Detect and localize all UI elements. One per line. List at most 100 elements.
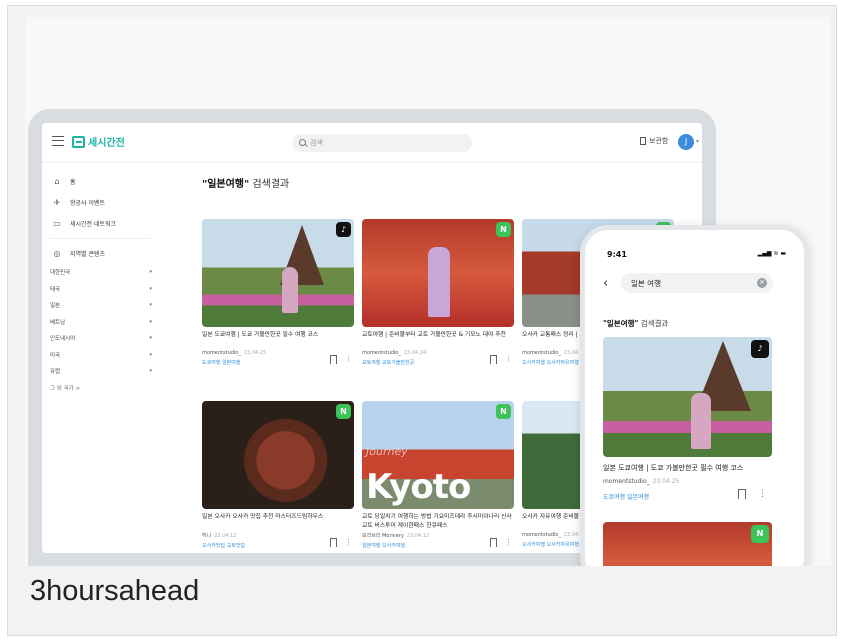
- status-time: 9:41: [607, 250, 627, 259]
- phone-card2-thumbnail[interactable]: N: [603, 522, 772, 566]
- sidebar-region-thailand[interactable]: 태국 ▾: [50, 281, 152, 298]
- person-figure: [282, 267, 298, 313]
- more-icon[interactable]: ⋮: [758, 489, 767, 499]
- hamburger-menu-icon[interactable]: [52, 136, 64, 146]
- image-caption: 3hoursahead: [30, 575, 200, 607]
- card-date: 23.04.12: [406, 533, 430, 539]
- card-title[interactable]: 일본 오사카 오사카 맛집 추천 마스터즈드림하우스: [202, 513, 354, 531]
- card-tags: 도쿄여행 일본여행 ⋮: [202, 355, 354, 366]
- card-tag-list[interactable]: 일본여행 오사카여행: [362, 543, 405, 549]
- card-tag-list[interactable]: 오사카맛집 교토맛집: [202, 543, 245, 549]
- card-date: 23.04.12: [214, 533, 237, 539]
- image-card: 세시간전 검색 보관함 J ▾ ⌂ 홈 ✈ 항공사 이벤트 ▭ 세시간전 네트워…: [7, 5, 837, 636]
- sidebar-item-label: 세시간전 네트워크: [70, 221, 117, 228]
- sidebar-item-regional-content[interactable]: ◎ 지역별 콘텐츠: [50, 243, 160, 264]
- sidebar-region-vietnam[interactable]: 베트남 ▾: [50, 314, 152, 331]
- card-thumbnail[interactable]: N: [202, 401, 354, 509]
- naver-badge-icon: N: [751, 525, 769, 543]
- content-card[interactable]: N 일본 오사카 오사카 맛집 추천 마스터즈드림하우스 허니 23.04.12 …: [202, 401, 354, 549]
- region-label: 유럽: [50, 369, 61, 376]
- phone-card-actions: ⋮: [738, 489, 767, 499]
- bookmark-icon[interactable]: [330, 355, 337, 364]
- bookmark-icon[interactable]: [330, 538, 337, 547]
- phone-card-title[interactable]: 일본 도쿄여행 | 도쿄 가볼만한곳 필수 여행 코스: [603, 463, 778, 473]
- sidebar-region-usa[interactable]: 미국 ▾: [50, 347, 152, 364]
- sidebar-item-network[interactable]: ▭ 세시간전 네트워크: [50, 213, 160, 234]
- more-icon[interactable]: ⋮: [505, 355, 512, 364]
- phone-card-thumbnail[interactable]: ♪: [603, 337, 772, 457]
- card-title[interactable]: 일본 도쿄여행 | 도쿄 가볼만한곳 필수 여행 코스: [202, 331, 354, 349]
- content-card[interactable]: ♪ 일본 도쿄여행 | 도쿄 가볼만한곳 필수 여행 코스 momentstud…: [202, 219, 354, 366]
- top-bar: 세시간전 검색 보관함 J ▾: [42, 123, 702, 163]
- card-author: 모리브리 Morivery: [362, 533, 404, 539]
- search-placeholder: 검색: [310, 139, 323, 147]
- card-date: 23.04.24: [403, 350, 427, 356]
- content-card[interactable]: Journey Kyoto N 교토 당일치기 여행하는 방법 기요미즈데라 후…: [362, 401, 514, 549]
- card-tag-list[interactable]: 오사카여행 오사카자유여행: [522, 542, 579, 548]
- card-tag-list[interactable]: 오사카여행 오사카자유여행: [522, 360, 579, 366]
- back-arrow-icon[interactable]: ‹: [603, 276, 608, 291]
- hero-image: 세시간전 검색 보관함 J ▾ ⌂ 홈 ✈ 항공사 이벤트 ▭ 세시간전 네트워…: [25, 17, 831, 566]
- chevron-down-icon: ▾: [149, 335, 152, 342]
- network-icon: ▭: [53, 219, 61, 228]
- naver-badge-icon: N: [496, 404, 511, 419]
- app-logo[interactable]: 세시간전: [72, 134, 125, 149]
- chevron-down-icon: ▾: [149, 302, 152, 309]
- search-input[interactable]: 검색: [292, 134, 472, 152]
- status-icons: ▂▄▆ ≋ ▬: [757, 250, 786, 257]
- card-title[interactable]: 교토 당일치기 여행하는 방법 기요미즈데라 후시미이나리 신사 교토 버스투어…: [362, 513, 514, 531]
- chevron-down-icon: ▾: [149, 368, 152, 375]
- phone-card-tags[interactable]: 도쿄여행 일본여행: [603, 492, 649, 501]
- clear-icon[interactable]: ✕: [757, 278, 767, 288]
- avatar[interactable]: J: [678, 134, 694, 150]
- bookmark-icon[interactable]: [738, 489, 746, 499]
- card-author: momentstudio_: [603, 478, 650, 485]
- card-tag-list[interactable]: 교토여행 교토가볼만한곳: [362, 360, 414, 366]
- phone-card-meta: momentstudio_ 23.04.25: [603, 478, 679, 485]
- card-thumbnail[interactable]: Journey Kyoto N: [362, 401, 514, 509]
- card-tags: 교토여행 교토가볼만한곳 ⋮: [362, 355, 514, 366]
- sidebar-item-airline-events[interactable]: ✈ 항공사 이벤트: [50, 192, 160, 213]
- card-actions: ⋮: [330, 355, 352, 364]
- more-icon[interactable]: ⋮: [345, 538, 352, 547]
- home-icon: ⌂: [54, 177, 60, 186]
- naver-badge-icon: N: [496, 222, 511, 237]
- logo-text: 세시간전: [88, 138, 125, 149]
- phone-results-suffix: 검색결과: [638, 319, 669, 328]
- sidebar: ⌂ 홈 ✈ 항공사 이벤트 ▭ 세시간전 네트워크 ◎ 지역별 콘텐츠 대한민국…: [50, 171, 160, 392]
- sidebar-region-korea[interactable]: 대한민국 ▾: [50, 264, 152, 281]
- card-tag-list[interactable]: 도쿄여행 일본여행: [202, 360, 240, 366]
- search-icon: [299, 139, 306, 146]
- chevron-down-icon[interactable]: ▾: [696, 138, 699, 145]
- bookmark-icon[interactable]: [490, 355, 497, 364]
- card-tags: 오사카맛집 교토맛집 ⋮: [202, 538, 354, 549]
- card-author: 허니: [202, 533, 212, 539]
- chevron-down-icon: ▾: [149, 318, 152, 325]
- thumbnail-overlay-big: Kyoto: [366, 467, 471, 507]
- logo-mark-icon: [72, 135, 85, 148]
- content-card[interactable]: N 교토여행 | 준비물부터 교토 가볼만한곳 & 기모노 대여 추천 mome…: [362, 219, 514, 366]
- phone-results-title: "일본여행" 검색결과: [603, 318, 668, 329]
- phone-mockup: 9:41 ▂▄▆ ≋ ▬ ‹ 일본 여행 ✕ "일본여행" 검색결과 ♪ 일본 …: [580, 225, 809, 566]
- bookmark-label: 보관함: [649, 137, 669, 145]
- sidebar-region-japan[interactable]: 일본 ▾: [50, 297, 152, 314]
- phone-results-query: "일본여행": [603, 319, 639, 328]
- region-icon: ◎: [53, 249, 61, 258]
- chevron-down-icon: ▾: [149, 351, 152, 358]
- card-thumbnail[interactable]: ♪: [202, 219, 354, 327]
- more-icon[interactable]: ⋮: [505, 538, 512, 547]
- bookmark-icon[interactable]: [490, 538, 497, 547]
- phone-search-input[interactable]: 일본 여행 ✕: [621, 273, 773, 293]
- region-label: 대한민국: [50, 270, 71, 277]
- document-icon: [640, 137, 646, 145]
- card-thumbnail[interactable]: N: [362, 219, 514, 327]
- sidebar-region-europe[interactable]: 유럽 ▾: [50, 363, 152, 380]
- sidebar-region-indonesia[interactable]: 인도네시아 ▾: [50, 330, 152, 347]
- card-title[interactable]: 교토여행 | 준비물부터 교토 가볼만한곳 & 기모노 대여 추천: [362, 331, 514, 349]
- card-author: momentstudio_: [522, 350, 561, 356]
- sidebar-item-home[interactable]: ⌂ 홈: [50, 171, 160, 192]
- sidebar-more-countries-link[interactable]: 그 외 국가 >: [50, 384, 160, 392]
- more-icon[interactable]: ⋮: [345, 355, 352, 364]
- bookmark-button[interactable]: 보관함: [640, 136, 668, 146]
- chevron-down-icon: ▾: [149, 269, 152, 276]
